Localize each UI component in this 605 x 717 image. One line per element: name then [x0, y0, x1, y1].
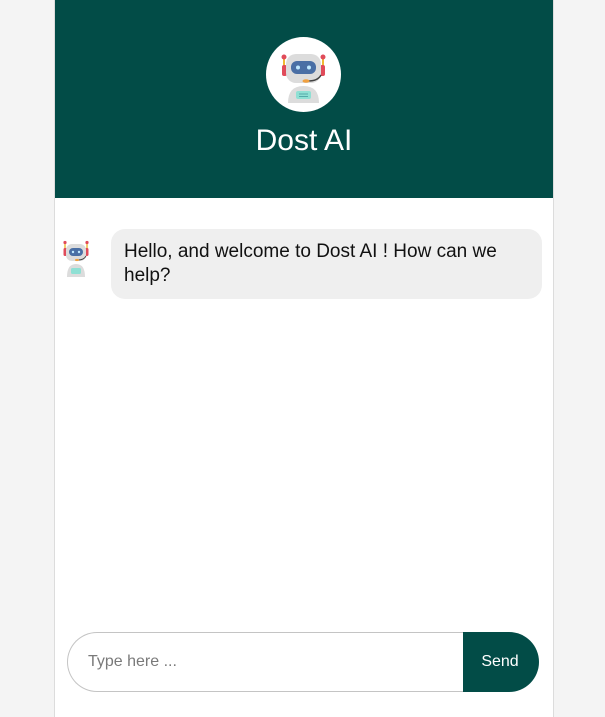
- chat-title: Dost AI: [255, 124, 353, 157]
- chat-window: Dost AI Hello, and welcome to Dost AI !: [54, 0, 554, 717]
- message-bubble: Hello, and welcome to Dost AI ! How can …: [111, 229, 542, 299]
- robot-icon: [266, 37, 341, 112]
- send-button[interactable]: Send: [463, 632, 539, 692]
- message-input[interactable]: [67, 632, 463, 692]
- robot-icon: [61, 240, 91, 278]
- bot-message: Hello, and welcome to Dost AI ! How can …: [55, 229, 553, 301]
- message-composer: Send: [67, 632, 539, 692]
- chat-header: Dost AI: [55, 0, 553, 198]
